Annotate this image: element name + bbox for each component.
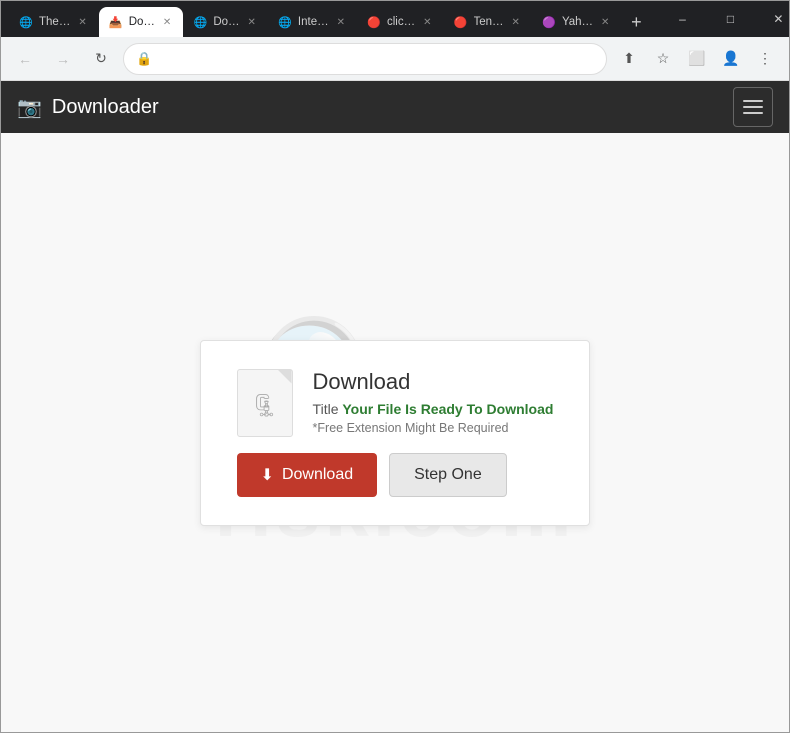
card-actions: ⬇ Download Step One [237,453,554,497]
close-button[interactable]: ✕ [755,1,790,37]
tab-favicon-6: 🔴 [454,15,468,29]
tab-favicon-3: 🌐 [193,15,207,29]
download-card: 🗜 Download Title Your File Is Ready To D… [200,340,591,526]
step-one-button[interactable]: Step One [389,453,507,497]
tab-favicon-2: 📥 [109,15,123,29]
hamburger-line-1 [743,100,763,102]
subtitle-highlight: Your File Is Ready To Download [342,401,553,417]
tab-downloader[interactable]: 📥 Do… ✕ [99,7,184,37]
tab-ten[interactable]: 🔴 Ten… ✕ [444,7,532,37]
card-top: 🗜 Download Title Your File Is Ready To D… [237,369,554,437]
tab-favicon-1: 🌐 [19,15,33,29]
file-icon: 🗜 [237,369,293,437]
download-button-label: Download [282,466,353,484]
app-brand: 📷 Downloader [17,95,159,120]
tab-label-7: Yah… [562,16,593,28]
tab-close-6[interactable]: ✕ [510,15,522,30]
tab-label-2: Do… [129,16,155,28]
reload-button[interactable]: ↻ [85,43,117,75]
app-header: 📷 Downloader [1,81,789,133]
minimize-button[interactable]: – [659,1,705,37]
hamburger-line-3 [743,112,763,114]
address-bar[interactable]: 🔒 [123,43,607,75]
tab-inte[interactable]: 🌐 Inte… ✕ [268,7,357,37]
card-info: Download Title Your File Is Ready To Dow… [313,369,554,435]
tab-close-1[interactable]: ✕ [76,15,88,30]
navigation-bar: ← → ↻ 🔒 ⬆ ☆ ⬜ 👤 ⋮ [1,37,789,81]
tab-label-3: Do… [213,16,239,28]
title-bar: 🌐 The… ✕ 📥 Do… ✕ 🌐 Do… ✕ 🌐 Inte… ✕ [1,1,789,37]
bookmark-button[interactable]: ☆ [647,43,679,75]
tab-clic[interactable]: 🔴 clic… ✕ [357,7,444,37]
tab-favicon-7: 🟣 [542,15,556,29]
browser-window: 🌐 The… ✕ 📥 Do… ✕ 🌐 Do… ✕ 🌐 Inte… ✕ [0,0,790,733]
tab-close-7[interactable]: ✕ [599,15,611,30]
window-controls: – □ ✕ [659,1,790,37]
tab-label-4: Inte… [298,16,329,28]
tab-label-5: clic… [387,16,415,28]
card-title: Download [313,369,554,395]
main-content: 🔍 pct risk.com 🗜 Download Title Your Fil… [1,133,789,732]
tab-do[interactable]: 🌐 Do… ✕ [183,7,268,37]
lock-icon: 🔒 [136,51,152,67]
tab-yah[interactable]: 🟣 Yah… ✕ [532,7,622,37]
card-note: *Free Extension Might Be Required [313,421,554,435]
profile-button[interactable]: 👤 [715,43,747,75]
zip-icon: 🗜 [251,393,279,419]
tab-favicon-4: 🌐 [278,15,292,29]
forward-button[interactable]: → [47,43,79,75]
download-button[interactable]: ⬇ Download [237,453,378,497]
camera-icon: 📷 [17,95,42,120]
tab-close-2[interactable]: ✕ [161,15,173,30]
extensions-button[interactable]: ⬜ [681,43,713,75]
hamburger-button[interactable] [733,87,773,127]
tab-label-1: The… [39,16,70,28]
tab-bar: 🌐 The… ✕ 📥 Do… ✕ 🌐 Do… ✕ 🌐 Inte… ✕ [9,1,651,37]
share-button[interactable]: ⬆ [613,43,645,75]
hamburger-line-2 [743,106,763,108]
back-button[interactable]: ← [9,43,41,75]
app-name: Downloader [52,96,159,119]
tab-close-3[interactable]: ✕ [246,15,258,30]
maximize-button[interactable]: □ [707,1,753,37]
tab-the[interactable]: 🌐 The… ✕ [9,7,99,37]
tab-close-4[interactable]: ✕ [335,15,347,30]
menu-button[interactable]: ⋮ [749,43,781,75]
nav-right-buttons: ⬆ ☆ ⬜ 👤 ⋮ [613,43,781,75]
tab-close-5[interactable]: ✕ [421,15,433,30]
new-tab-button[interactable]: + [621,7,651,37]
subtitle-prefix: Title [313,401,343,417]
tab-label-6: Ten… [474,16,504,28]
card-subtitle: Title Your File Is Ready To Download [313,401,554,417]
download-icon: ⬇ [261,465,274,485]
tab-favicon-5: 🔴 [367,15,381,29]
